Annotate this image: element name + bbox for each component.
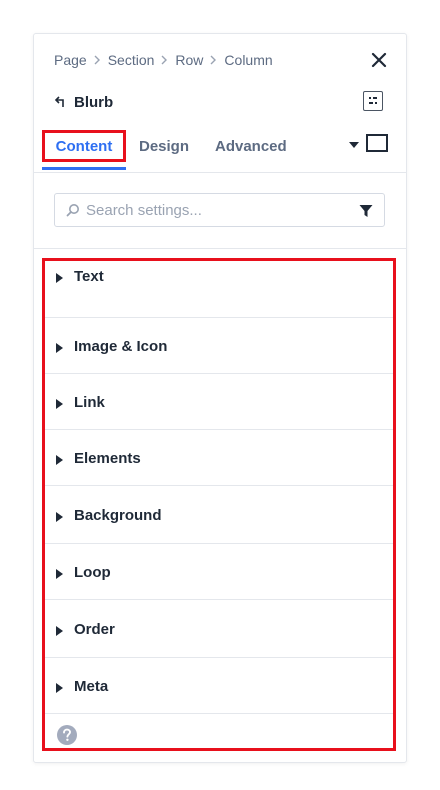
caret-right-icon xyxy=(56,509,63,522)
divider xyxy=(34,248,406,249)
search-field[interactable] xyxy=(54,193,385,227)
group-label: Text xyxy=(74,268,104,285)
breadcrumb-item-row[interactable]: Row xyxy=(175,52,203,68)
active-tab-indicator xyxy=(42,167,126,170)
group-label: Background xyxy=(74,507,162,524)
desktop-view-icon[interactable] xyxy=(366,134,388,152)
group-image-icon[interactable]: Image & Icon xyxy=(45,318,393,374)
tab-design-label: Design xyxy=(139,138,190,155)
tab-design[interactable]: Design xyxy=(139,130,189,170)
caret-right-icon xyxy=(56,270,63,283)
caret-right-icon xyxy=(56,452,63,465)
group-order[interactable]: Order xyxy=(45,600,393,658)
filter-icon[interactable] xyxy=(359,204,373,218)
highlight-box xyxy=(42,130,126,162)
group-label: Elements xyxy=(74,450,141,467)
tab-bar: Content Design Advanced xyxy=(42,130,398,172)
breadcrumb-item-column[interactable]: Column xyxy=(224,52,272,68)
group-label: Order xyxy=(74,621,115,638)
chevron-right-icon xyxy=(161,52,168,68)
breadcrumb-item-page[interactable]: Page xyxy=(54,52,87,68)
back-button[interactable]: Blurb xyxy=(54,92,113,112)
chevron-right-icon xyxy=(94,52,101,68)
divider xyxy=(34,172,406,173)
group-elements[interactable]: Elements xyxy=(45,430,393,486)
group-loop[interactable]: Loop xyxy=(45,544,393,600)
close-icon[interactable] xyxy=(370,51,388,69)
caret-right-icon xyxy=(56,566,63,579)
breadcrumb: Page Section Row Column xyxy=(54,50,273,70)
settings-panel: Page Section Row Column Blurb Content De… xyxy=(33,33,407,763)
module-title: Blurb xyxy=(74,93,114,111)
group-link[interactable]: Link xyxy=(45,374,393,430)
caret-right-icon xyxy=(56,340,63,353)
tab-advanced[interactable]: Advanced xyxy=(215,130,287,170)
breadcrumb-item-section[interactable]: Section xyxy=(108,52,155,68)
group-label: Meta xyxy=(74,678,109,695)
group-label: Image & Icon xyxy=(74,338,168,355)
search-icon xyxy=(66,203,80,217)
search-input[interactable] xyxy=(86,200,346,220)
caret-right-icon xyxy=(56,396,63,409)
chevron-right-icon xyxy=(210,52,217,68)
caret-right-icon xyxy=(56,680,63,693)
back-arrow-icon xyxy=(54,95,66,109)
caret-right-icon xyxy=(56,623,63,636)
help-icon[interactable] xyxy=(57,725,77,745)
group-meta[interactable]: Meta xyxy=(45,658,393,714)
group-label: Link xyxy=(74,394,105,411)
caret-down-icon[interactable] xyxy=(348,138,360,150)
group-background[interactable]: Background xyxy=(45,486,393,544)
settings-toggle-icon[interactable] xyxy=(363,91,383,111)
tab-content[interactable]: Content xyxy=(42,130,126,170)
group-text[interactable]: Text xyxy=(45,261,393,318)
group-label: Loop xyxy=(74,564,111,581)
tab-advanced-label: Advanced xyxy=(215,138,287,155)
option-groups-list: Text Image & Icon Link Elements Backgrou… xyxy=(42,258,396,751)
